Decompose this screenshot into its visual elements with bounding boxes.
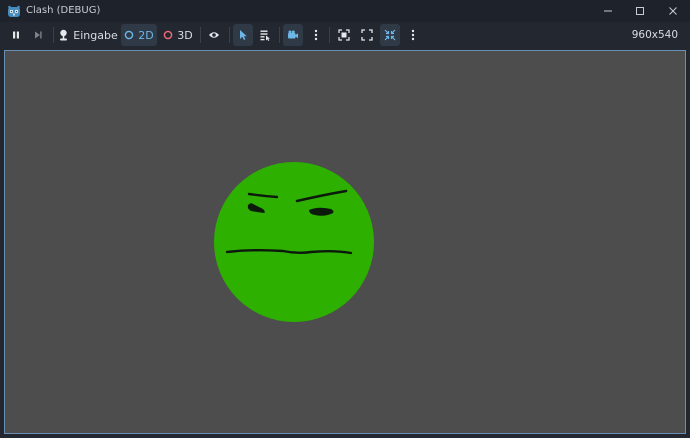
window-title: Clash (DEBUG) [26, 5, 101, 16]
list-select-button[interactable] [255, 24, 275, 46]
pause-button[interactable] [6, 24, 26, 46]
mode-2d-label: 2D [138, 28, 154, 42]
resolution-label: 960x540 [631, 29, 678, 41]
eye-icon [209, 32, 219, 38]
circle-3d-icon [163, 30, 173, 40]
minimize-button[interactable] [591, 0, 625, 22]
next-frame-button[interactable] [28, 24, 48, 46]
input-button-label: Eingabe [73, 28, 118, 42]
mode-3d-button[interactable]: 3D [160, 24, 196, 46]
game-toolbar: Eingabe 2D 3D [0, 22, 690, 48]
cursor-arrow-icon [240, 30, 247, 40]
joystick-icon [60, 29, 68, 41]
mode-3d-label: 3D [177, 28, 193, 42]
close-icon [669, 7, 677, 15]
embed-window-icon [338, 29, 350, 41]
visibility-button[interactable] [204, 24, 224, 46]
more-options-button[interactable] [307, 24, 325, 46]
game-viewport[interactable] [4, 50, 686, 434]
title-bar[interactable]: Clash (DEBUG) [0, 0, 690, 22]
game-window: Clash (DEBUG) Eingabe 2D 3D 960x540 [0, 0, 690, 438]
list-select-icon [260, 30, 270, 41]
kebab-menu-icon [411, 29, 415, 41]
embed-window-button[interactable] [334, 24, 354, 46]
camera-override-button[interactable] [283, 24, 303, 46]
toolbar-separator [200, 27, 201, 43]
toolbar-separator [279, 27, 280, 43]
toolbar-separator [329, 27, 330, 43]
kebab-menu-icon [314, 29, 318, 41]
input-button[interactable]: Eingabe [58, 24, 118, 46]
green-face-sprite [214, 162, 374, 322]
circle-2d-icon [124, 30, 134, 40]
shrink-icon [384, 29, 396, 41]
toolbar-separator [229, 27, 230, 43]
fullscreen-button[interactable] [357, 24, 377, 46]
keep-aspect-button[interactable] [380, 24, 400, 46]
minimize-icon [604, 10, 612, 12]
pause-icon [13, 31, 19, 39]
select-tool-button[interactable] [233, 24, 253, 46]
maximize-button[interactable] [623, 0, 657, 22]
camera-icon [288, 30, 298, 39]
godot-app-icon [8, 5, 20, 17]
mode-2d-button[interactable]: 2D [121, 24, 157, 46]
close-button[interactable] [656, 0, 690, 22]
face-circle [214, 162, 374, 322]
more-options-button-2[interactable] [404, 24, 422, 46]
next-frame-icon [35, 31, 42, 39]
maximize-icon [636, 7, 644, 15]
toolbar-separator [53, 27, 54, 43]
expand-icon [361, 29, 373, 41]
